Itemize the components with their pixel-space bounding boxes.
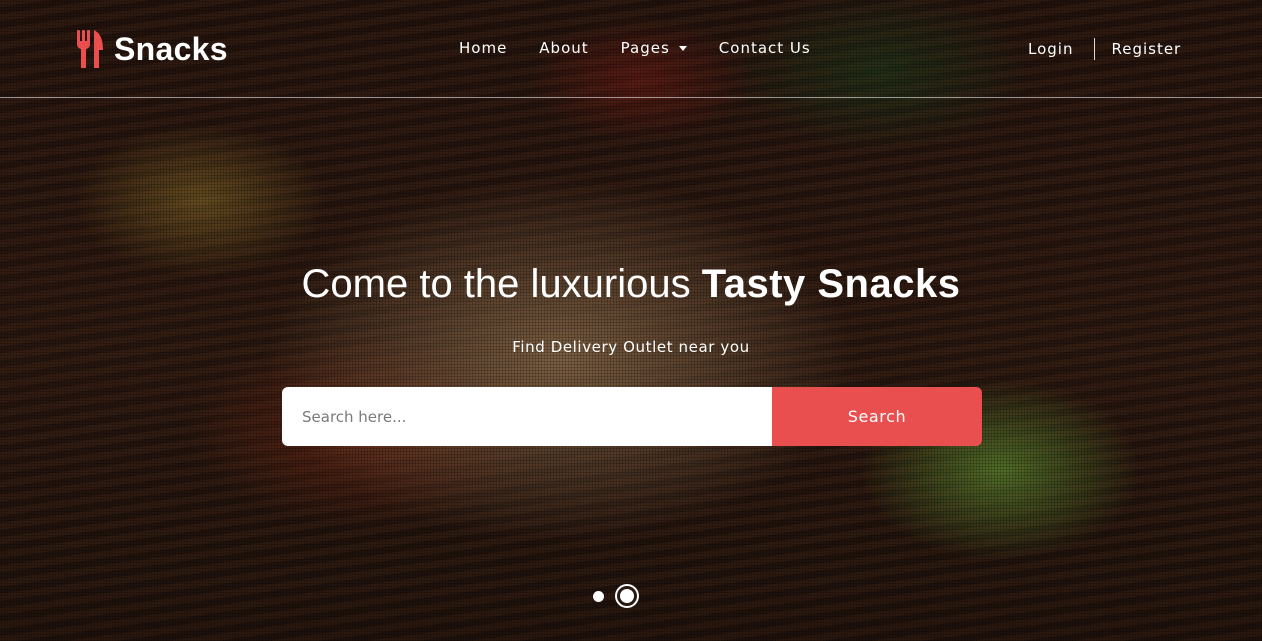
- auth-links: Login Register: [1028, 38, 1181, 60]
- carousel-indicator-1[interactable]: [593, 590, 604, 602]
- headline-prefix: Come to the luxurious: [301, 262, 691, 306]
- nav-about[interactable]: About: [539, 39, 588, 57]
- brand-name: Snacks: [114, 30, 228, 67]
- hero-section: Snacks Home About Pages Contact Us Login…: [0, 0, 1262, 641]
- nav-contact-us-label: Contact Us: [718, 39, 811, 57]
- nav-home[interactable]: Home: [459, 39, 507, 57]
- nav-about-label: About: [539, 39, 589, 57]
- brand-logo[interactable]: Snacks: [75, 30, 228, 68]
- nav-contact-us[interactable]: Contact Us: [719, 39, 811, 57]
- auth-divider: [1094, 38, 1096, 60]
- carousel-indicator-2-active[interactable]: [617, 586, 637, 606]
- nav-pages-dropdown[interactable]: Pages: [621, 39, 687, 57]
- top-navbar: Snacks Home About Pages Contact Us Login…: [0, 0, 1262, 98]
- register-link[interactable]: Register: [1111, 40, 1181, 58]
- nav-pages-label: Pages: [620, 39, 670, 57]
- carousel-indicators: [593, 586, 637, 606]
- hero-subtitle: Find Delivery Outlet near you: [512, 338, 750, 356]
- caret-down-icon: [678, 46, 687, 51]
- headline-emphasis: Tasty Snacks: [701, 262, 961, 306]
- search-form: Search: [282, 387, 982, 446]
- nav-home-label: Home: [459, 39, 508, 57]
- login-link[interactable]: Login: [1028, 40, 1073, 58]
- hero-headline: Come to the luxurious Tasty Snacks: [0, 258, 1262, 310]
- fork-knife-icon: [77, 30, 103, 68]
- search-input[interactable]: [282, 387, 772, 446]
- main-menu: Home About Pages Contact Us: [459, 39, 843, 57]
- search-button[interactable]: Search: [772, 387, 982, 446]
